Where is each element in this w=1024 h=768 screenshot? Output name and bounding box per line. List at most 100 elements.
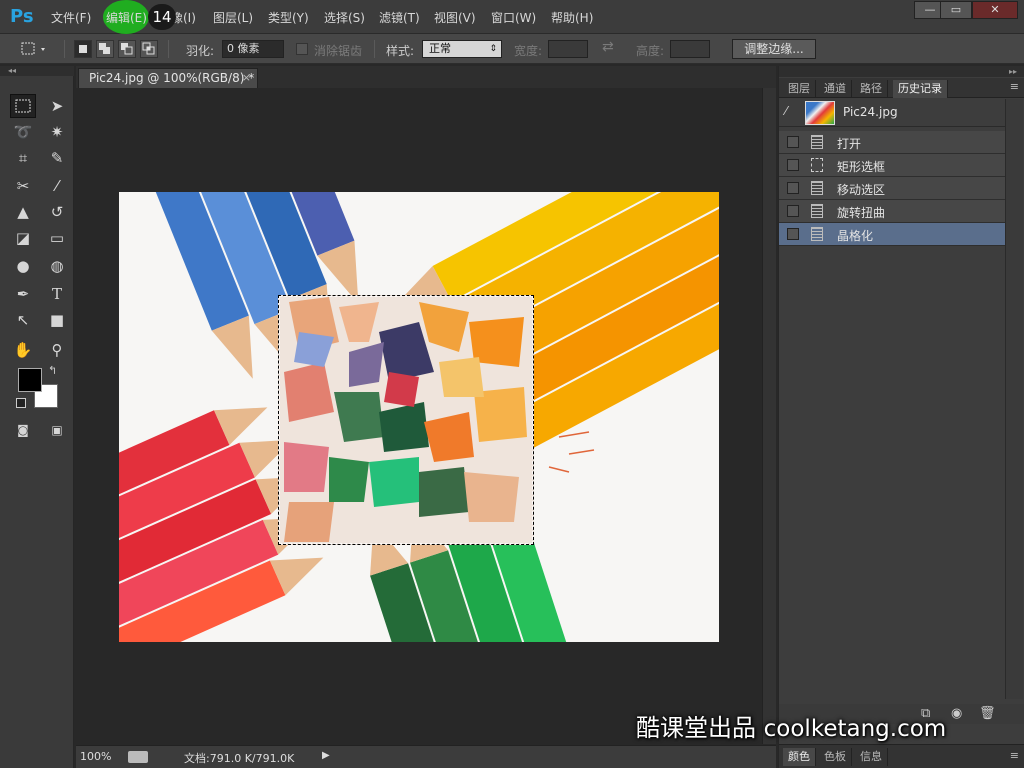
watermark: 酷课堂出品 coolketang.com — [636, 708, 956, 744]
history-snapshot[interactable]: ⁄ Pic24.jpg — [779, 99, 1005, 127]
history-item-rect-marquee[interactable]: 矩形选框 — [779, 154, 1005, 177]
menu-select[interactable]: 选择(S) — [324, 9, 365, 26]
gradient-tool-icon[interactable]: ▭ — [44, 226, 70, 250]
panel-collapse-icon[interactable]: ▸▸ — [779, 66, 1024, 77]
close-button[interactable]: ✕ — [972, 1, 1018, 19]
style-select-value: 正常 — [429, 42, 451, 55]
menu-view[interactable]: 视图(V) — [434, 9, 476, 26]
right-panel-dock: ▸▸ 图层 通道 路径 历史记录 ≡ ⁄ Pic24.jpg 打开 矩形选框 移… — [778, 66, 1024, 768]
brush-tool-icon[interactable]: ⁄ — [44, 174, 70, 198]
add-selection-icon[interactable] — [96, 40, 114, 58]
rect-marquee-tool-icon[interactable] — [10, 94, 36, 118]
step-number-badge: 14 — [148, 4, 176, 30]
crop-tool-icon[interactable]: ⌗ — [10, 146, 36, 170]
snapshot-thumbnail — [805, 101, 835, 125]
healing-brush-tool-icon[interactable]: ✂ — [10, 174, 36, 198]
swap-dimensions-icon[interactable]: ⇄ — [602, 39, 614, 55]
menu-type[interactable]: 类型(Y) — [268, 9, 309, 26]
separator — [168, 40, 169, 58]
menu-layer[interactable]: 图层(L) — [213, 9, 253, 26]
antialias-checkbox[interactable] — [296, 43, 308, 55]
history-source-checkbox[interactable] — [787, 228, 799, 240]
toolbar-collapse-icon[interactable]: ◂◂ — [0, 66, 74, 76]
clone-stamp-tool-icon[interactable]: ▲ — [10, 200, 36, 224]
history-source-checkbox[interactable] — [787, 159, 799, 171]
height-input[interactable] — [670, 40, 710, 58]
tab-swatches[interactable]: 色板 — [819, 748, 852, 766]
history-item-move-selection[interactable]: 移动选区 — [779, 177, 1005, 200]
history-brush-tool-icon[interactable]: ↺ — [44, 200, 70, 224]
zoom-tool-icon[interactable]: ⚲ — [44, 338, 70, 362]
tab-history[interactable]: 历史记录 — [893, 80, 948, 98]
tab-channels[interactable]: 通道 — [819, 80, 852, 98]
blur-tool-icon[interactable]: ● — [10, 254, 36, 278]
antialias-label: 消除锯齿 — [314, 44, 363, 58]
pen-tool-icon[interactable]: ✒ — [10, 282, 36, 306]
vertical-scrollbar[interactable] — [762, 88, 776, 744]
status-preview-icon[interactable] — [128, 751, 148, 763]
rectangle-shape-tool-icon[interactable]: ■ — [44, 308, 70, 332]
screen-mode-icon[interactable]: ▣ — [44, 418, 70, 442]
height-label: 高度: — [636, 44, 665, 58]
rect-marquee-preset-icon[interactable] — [8, 40, 48, 58]
document-icon — [811, 227, 823, 241]
move-tool-icon[interactable]: ➤ — [44, 94, 70, 118]
history-item-crystallize[interactable]: 晶格化 — [779, 223, 1005, 246]
type-tool-icon[interactable]: T — [44, 282, 70, 306]
hand-tool-icon[interactable]: ✋ — [10, 338, 36, 362]
eraser-tool-icon[interactable]: ◪ — [10, 226, 36, 250]
menu-file[interactable]: 文件(F) — [51, 9, 91, 26]
trash-icon[interactable]: 🗑 — [979, 706, 996, 721]
menu-window[interactable]: 窗口(W) — [491, 9, 536, 26]
status-bar: 100% 文档:791.0 K/791.0K ▶ — [76, 745, 776, 768]
history-item-twirl[interactable]: 旋转扭曲 — [779, 200, 1005, 223]
history-source-checkbox[interactable] — [787, 136, 799, 148]
quick-mask-icon[interactable]: ◙ — [10, 418, 36, 442]
style-select[interactable]: 正常 ⇕ — [422, 40, 502, 58]
menu-filter[interactable]: 滤镜(T) — [379, 9, 420, 26]
document-tab[interactable]: Pic24.jpg @ 100%(RGB/8) * × — [78, 68, 258, 88]
history-item-label: 晶格化 — [837, 229, 874, 243]
dodge-tool-icon[interactable]: ◍ — [44, 254, 70, 278]
close-tab-icon[interactable]: × — [242, 69, 251, 87]
menu-help[interactable]: 帮助(H) — [551, 9, 593, 26]
intersect-selection-icon[interactable] — [140, 40, 158, 58]
restore-button[interactable]: ▭ — [940, 1, 972, 19]
lasso-tool-icon[interactable]: ➰ — [10, 120, 36, 144]
menu-edit[interactable]: 编辑(E) — [106, 9, 147, 26]
zoom-level[interactable]: 100% — [80, 750, 111, 763]
history-source-checkbox[interactable] — [787, 205, 799, 217]
status-menu-arrow-icon[interactable]: ▶ — [322, 750, 330, 761]
history-scrollbar[interactable] — [1005, 99, 1023, 699]
document-icon — [811, 181, 823, 195]
history-item-label: 移动选区 — [837, 183, 886, 197]
history-brush-source-icon[interactable]: ⁄ — [785, 104, 787, 118]
panel-menu-icon[interactable]: ≡ — [1010, 80, 1019, 93]
width-label: 宽度: — [514, 44, 543, 58]
eyedropper-tool-icon[interactable]: ✎ — [44, 146, 70, 170]
default-colors-icon[interactable] — [16, 398, 26, 408]
foreground-color-swatch[interactable] — [18, 368, 42, 392]
tab-info[interactable]: 信息 — [855, 748, 888, 766]
new-selection-icon[interactable] — [74, 40, 92, 58]
history-source-checkbox[interactable] — [787, 182, 799, 194]
marquee-icon — [811, 158, 823, 172]
subtract-selection-icon[interactable] — [118, 40, 136, 58]
swap-colors-icon[interactable]: ↰ — [48, 364, 57, 377]
color-panel-menu-icon[interactable]: ≡ — [1010, 749, 1019, 762]
history-item-open[interactable]: 打开 — [779, 131, 1005, 154]
watermark-chinese: 酷课堂出品 — [636, 714, 756, 742]
tools-panel: ◂◂ ➤ ➰ ✷ ⌗ ✎ ✂ ⁄ ▲ ↺ ◪ ▭ ● ◍ ✒ T ↖ ■ ✋ ⚲… — [0, 66, 74, 768]
menu-bar: Ps 文件(F) 编辑(E) 图像(I) 图层(L) 类型(Y) 选择(S) 滤… — [0, 0, 1024, 34]
tab-layers[interactable]: 图层 — [783, 80, 816, 98]
width-input[interactable] — [548, 40, 588, 58]
selection-marquee[interactable] — [278, 295, 534, 545]
snapshot-name: Pic24.jpg — [843, 105, 898, 119]
feather-input[interactable]: 0 像素 — [222, 40, 284, 58]
magic-wand-tool-icon[interactable]: ✷ — [44, 120, 70, 144]
tab-color[interactable]: 颜色 — [783, 748, 816, 766]
style-label: 样式: — [386, 44, 415, 58]
tab-paths[interactable]: 路径 — [855, 80, 888, 98]
refine-edge-button[interactable]: 调整边缘... — [732, 39, 816, 59]
path-select-tool-icon[interactable]: ↖ — [10, 308, 36, 332]
